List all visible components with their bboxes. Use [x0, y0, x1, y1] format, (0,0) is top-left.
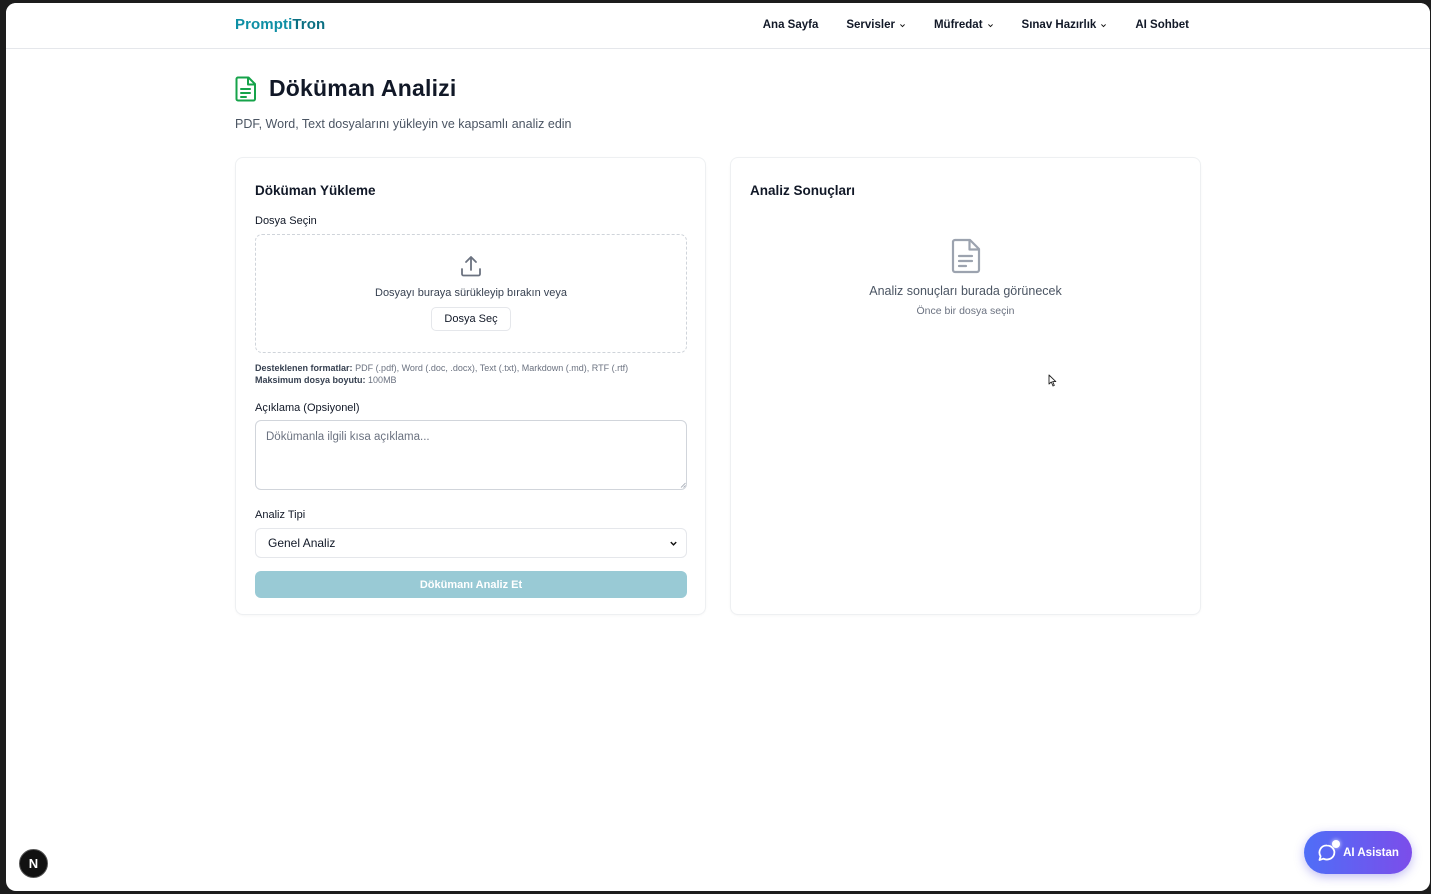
ai-assistant-button[interactable]: AI Asistan	[1304, 831, 1412, 874]
page-title: Döküman Analizi	[269, 75, 457, 101]
file-dropzone[interactable]: Dosyayı buraya sürükleyip bırakın veya D…	[255, 234, 687, 353]
nav-label: Müfredat	[933, 19, 983, 31]
analyze-document-button[interactable]: Dökümanı Analiz Et	[255, 571, 687, 598]
file-label: Dosya Seçin	[255, 215, 317, 227]
app-window: PromptiTron Ana Sayfa Servisler Müfredat…	[6, 3, 1430, 891]
chevron-down-icon	[1101, 23, 1107, 27]
choose-file-button[interactable]: Dosya Seç	[431, 307, 511, 331]
nav-label: Servisler	[846, 19, 895, 31]
description-textarea[interactable]	[255, 420, 687, 490]
formats-label: Desteklenen formatlar:	[255, 363, 353, 373]
brand-logo[interactable]: PromptiTron	[235, 16, 325, 33]
upload-icon	[461, 256, 481, 277]
description-label: Açıklama (Opsiyonel)	[255, 402, 360, 414]
dropzone-text: Dosyayı buraya sürükleyip bırakın veya	[375, 287, 567, 299]
main-nav: Ana Sayfa Servisler Müfredat Sınav Hazır…	[763, 19, 1189, 31]
max-size-label: Maksimum dosya boyutu:	[255, 375, 366, 385]
chevron-down-icon	[670, 541, 677, 546]
analysis-type-select[interactable]: Genel Analiz	[255, 528, 687, 558]
results-empty-state: Analiz sonuçları burada görünecek Önce b…	[731, 238, 1200, 317]
nav-item-ana-sayfa[interactable]: Ana Sayfa	[763, 19, 819, 31]
chevron-down-icon	[900, 23, 905, 27]
results-card-title: Analiz Sonuçları	[750, 183, 856, 198]
dev-tools-badge[interactable]: N	[19, 849, 48, 878]
chevron-down-icon	[987, 23, 993, 27]
max-size-value: 100MB	[368, 375, 397, 385]
analysis-type-label: Analiz Tipi	[255, 509, 306, 521]
nav-label: Ana Sayfa	[762, 19, 819, 31]
mouse-cursor-icon	[1048, 374, 1057, 387]
upload-card-title: Döküman Yükleme	[255, 183, 376, 198]
empty-state-subtitle: Önce bir dosya seçin	[916, 305, 1015, 317]
brand-name-part2: Tron	[292, 16, 326, 33]
document-icon	[235, 76, 256, 101]
brand-name-part1: Prompti	[235, 16, 293, 33]
supported-formats: Desteklenen formatlar: PDF (.pdf), Word …	[255, 363, 628, 373]
document-placeholder-icon	[951, 238, 980, 274]
analysis-type-value: Genel Analiz	[268, 536, 336, 550]
page-header: Döküman Analizi	[235, 75, 456, 102]
nav-item-ai-sohbet[interactable]: AI Sohbet	[1135, 19, 1189, 31]
nav-item-sinav-hazirlik[interactable]: Sınav Hazırlık	[1022, 19, 1108, 31]
notification-dot-icon	[1332, 840, 1340, 848]
max-file-size: Maksimum dosya boyutu: 100MB	[255, 375, 397, 385]
results-card: Analiz Sonuçları Analiz sonuçları burada…	[730, 157, 1201, 615]
ai-assistant-label: AI Asistan	[1343, 846, 1399, 859]
nav-item-mufredat[interactable]: Müfredat	[934, 19, 994, 31]
resize-handle-icon[interactable]	[680, 482, 686, 488]
nav-item-servisler[interactable]: Servisler	[846, 19, 906, 31]
formats-value: PDF (.pdf), Word (.doc, .docx), Text (.t…	[355, 363, 629, 373]
nav-label: Sınav Hazırlık	[1021, 19, 1097, 31]
page-subtitle: PDF, Word, Text dosyalarını yükleyin ve …	[235, 117, 572, 131]
upload-card: Döküman Yükleme Dosya Seçin Dosyayı bura…	[235, 157, 706, 615]
nav-label: AI Sohbet	[1135, 19, 1189, 31]
top-navbar: PromptiTron Ana Sayfa Servisler Müfredat…	[6, 3, 1430, 49]
empty-state-title: Analiz sonuçları burada görünecek	[869, 284, 1062, 298]
